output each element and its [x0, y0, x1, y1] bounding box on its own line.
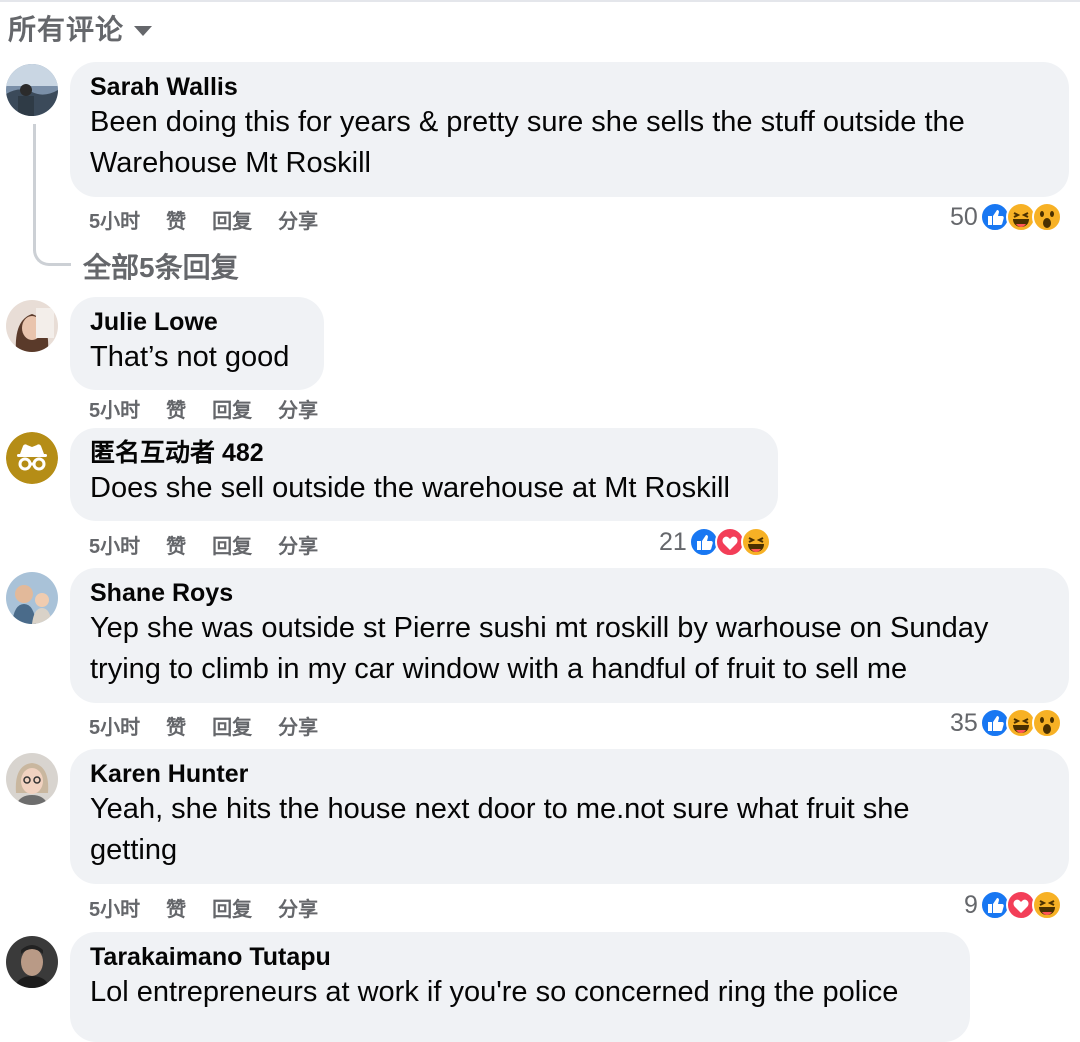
share-button[interactable]: 分享	[278, 205, 318, 234]
comment-filter-dropdown[interactable]: 所有评论	[8, 8, 153, 48]
anonymous-avatar-icon[interactable]	[6, 432, 58, 484]
reaction-count: 35	[950, 708, 978, 737]
wow-icon	[1031, 708, 1062, 738]
comment-actions: 5小时 赞 回复 分享	[89, 530, 318, 559]
thread-connector-elbow	[33, 248, 71, 266]
top-divider	[0, 0, 1080, 2]
comment-author[interactable]: Shane Roys	[90, 578, 1049, 608]
haha-icon	[1031, 890, 1062, 920]
comment-actions: 5小时 赞 回复 分享	[89, 711, 318, 740]
comment-text-line: Warehouse Mt Roskill	[90, 147, 371, 179]
reaction-summary[interactable]: 50	[950, 202, 1062, 232]
reaction-summary[interactable]: 21	[659, 527, 771, 557]
comment-filter-label: 所有评论	[8, 14, 125, 45]
comment-bubble: Karen Hunter Yeah, she hits the house ne…	[70, 749, 1069, 884]
reply-button[interactable]: 回复	[212, 394, 252, 423]
timestamp[interactable]: 5小时	[89, 711, 140, 740]
view-replies-link[interactable]: 全部5条回复	[83, 246, 239, 286]
reaction-summary[interactable]: 35	[950, 708, 1062, 738]
timestamp[interactable]: 5小时	[89, 205, 140, 234]
comment-author[interactable]: Karen Hunter	[90, 759, 1049, 789]
like-button[interactable]: 赞	[166, 711, 186, 740]
timestamp[interactable]: 5小时	[89, 394, 140, 423]
haha-icon	[740, 527, 771, 557]
comment-bubble: Sarah Wallis Been doing this for years &…	[70, 62, 1069, 197]
reply-button[interactable]: 回复	[212, 205, 252, 234]
comment-bubble: 匿名互动者 482 Does she sell outside the ware…	[70, 428, 778, 521]
comment-bubble: Tarakaimano Tutapu Lol entrepreneurs at …	[70, 932, 970, 1042]
comment-text-line: Yep she was outside st Pierre sushi mt r…	[90, 612, 989, 644]
avatar[interactable]	[6, 300, 58, 352]
comment-text-line: Does she sell outside the warehouse at M…	[90, 472, 730, 504]
timestamp[interactable]: 5小时	[89, 530, 140, 559]
comment-author[interactable]: 匿名互动者 482	[90, 438, 758, 468]
comment-actions: 5小时 赞 回复 分享	[89, 205, 318, 234]
caret-down-icon	[134, 26, 153, 36]
avatar[interactable]	[6, 64, 58, 116]
comment-actions: 5小时 赞 回复 分享	[89, 394, 318, 423]
like-button[interactable]: 赞	[166, 205, 186, 234]
comment-text-line: Been doing this for years & pretty sure …	[90, 106, 965, 138]
reply-button[interactable]: 回复	[212, 530, 252, 559]
comment-text-line: Yeah, she hits the house next door to me…	[90, 793, 910, 825]
comment-text-line: Lol entrepreneurs at work if you're so c…	[90, 976, 899, 1008]
share-button[interactable]: 分享	[278, 711, 318, 740]
reaction-summary[interactable]: 9	[964, 890, 1062, 920]
comment-text-line: trying to climb in my car window with a …	[90, 653, 908, 685]
reply-button[interactable]: 回复	[212, 711, 252, 740]
thread-connector	[33, 124, 36, 251]
comment-author[interactable]: Sarah Wallis	[90, 72, 1049, 102]
like-button[interactable]: 赞	[166, 893, 186, 922]
like-button[interactable]: 赞	[166, 394, 186, 423]
comment-text-line: That’s not good	[90, 341, 290, 373]
avatar[interactable]	[6, 936, 58, 988]
reaction-count: 50	[950, 202, 978, 231]
reply-button[interactable]: 回复	[212, 893, 252, 922]
comment-author[interactable]: Julie Lowe	[90, 307, 304, 337]
share-button[interactable]: 分享	[278, 394, 318, 423]
comment-bubble: Shane Roys Yep she was outside st Pierre…	[70, 568, 1069, 703]
comment-bubble: Julie Lowe That’s not good	[70, 297, 324, 390]
like-button[interactable]: 赞	[166, 530, 186, 559]
comment-actions: 5小时 赞 回复 分享	[89, 893, 318, 922]
reaction-count: 21	[659, 527, 687, 556]
comment-text-line: getting	[90, 834, 178, 866]
timestamp[interactable]: 5小时	[89, 893, 140, 922]
wow-icon	[1031, 202, 1062, 232]
share-button[interactable]: 分享	[278, 893, 318, 922]
avatar[interactable]	[6, 753, 58, 805]
share-button[interactable]: 分享	[278, 530, 318, 559]
avatar[interactable]	[6, 572, 58, 624]
comment-author[interactable]: Tarakaimano Tutapu	[90, 942, 950, 972]
reaction-count: 9	[964, 890, 978, 919]
